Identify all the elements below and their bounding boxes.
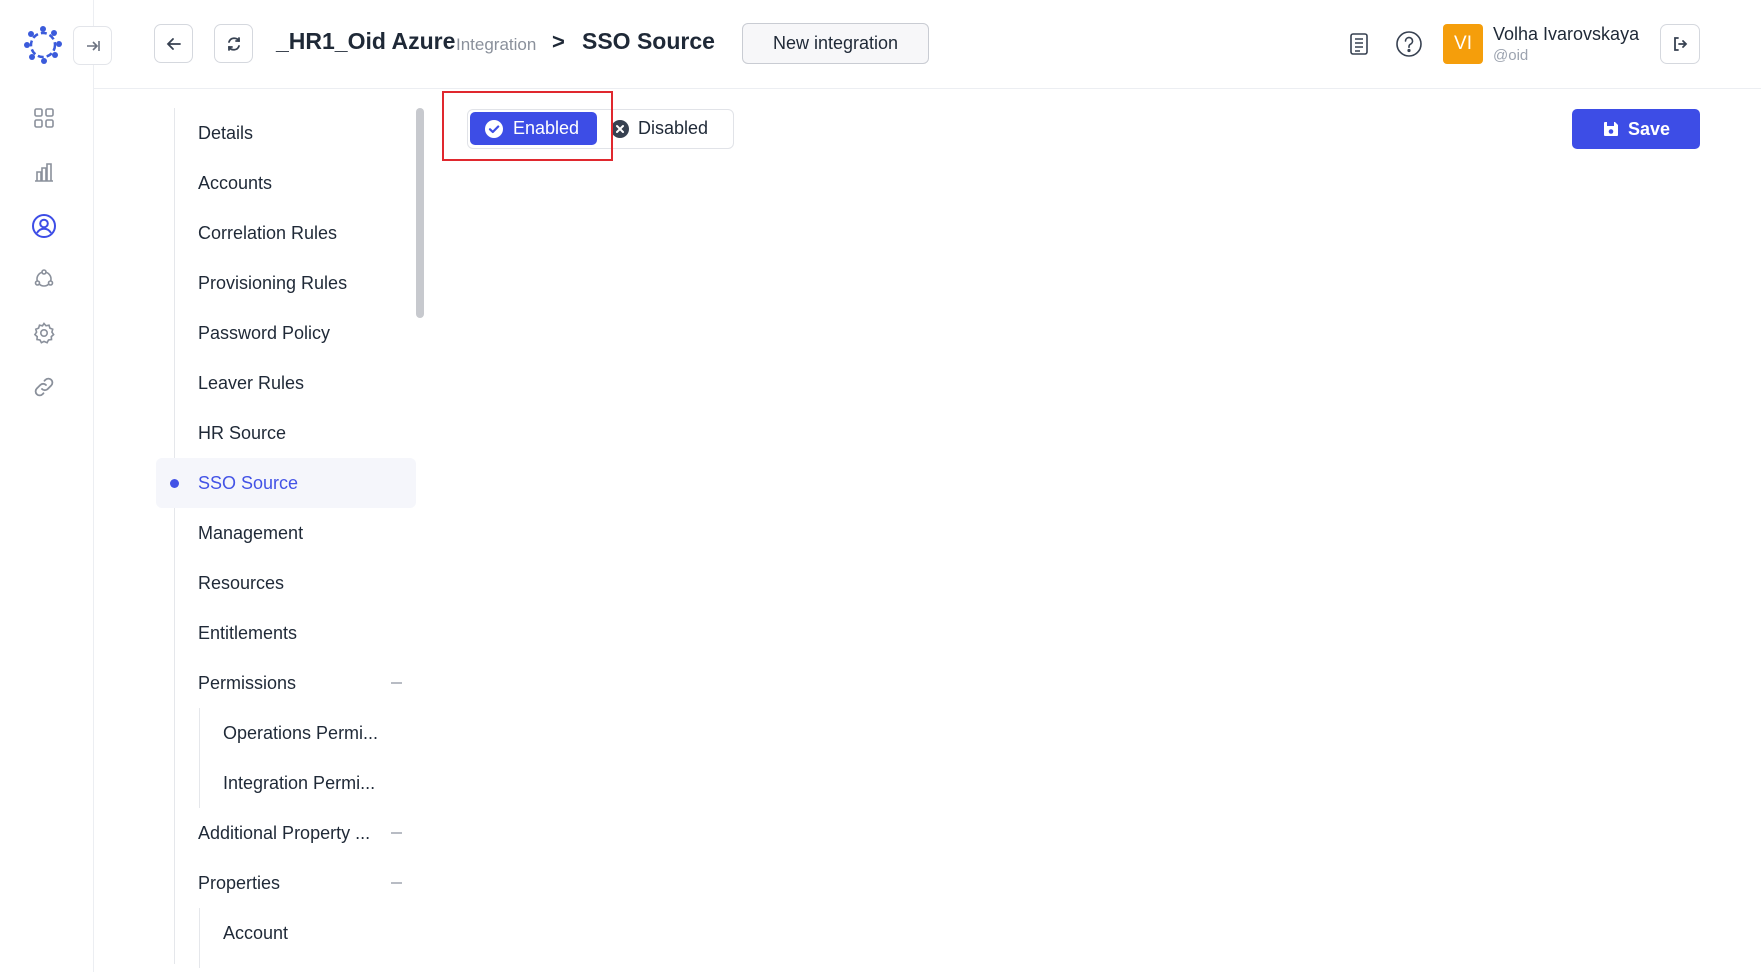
new-integration-button[interactable]: New integration — [742, 23, 929, 64]
collapse-icon[interactable] — [391, 882, 402, 884]
refresh-icon — [227, 36, 240, 51]
save-icon — [1603, 122, 1618, 136]
integration-name: _HR1_Oid Azure — [276, 28, 456, 54]
integration-type-label: Integration — [456, 35, 537, 54]
nav-item-label: Additional Property ... — [198, 822, 371, 843]
nav-item-entitlements[interactable]: Entitlements — [156, 608, 416, 658]
nav-item-details[interactable]: Details — [156, 108, 416, 158]
nav-item-operations-permissions[interactable]: Operations Permi... — [156, 708, 416, 758]
nav-item-correlation-rules[interactable]: Correlation Rules — [156, 208, 416, 258]
user-name: Volha Ivarovskaya — [1493, 24, 1640, 44]
top-header: _HR1_Oid Azure Integration > SSO Source … — [94, 0, 1761, 89]
disabled-option[interactable]: Disabled — [610, 112, 708, 145]
help-icon[interactable] — [1393, 28, 1425, 60]
collapse-icon[interactable] — [391, 682, 402, 684]
notes-icon[interactable] — [1343, 28, 1375, 60]
save-label: Save — [1627, 118, 1671, 139]
arrow-left-icon — [166, 37, 181, 50]
app-logo-icon[interactable] — [22, 24, 64, 66]
link-icon[interactable] — [29, 372, 59, 402]
breadcrumb-separator: > — [552, 29, 565, 54]
logout-icon — [1674, 37, 1688, 51]
nav-item-management[interactable]: Management — [156, 508, 416, 558]
page-title: SSO Source — [582, 28, 715, 54]
refresh-button[interactable] — [214, 24, 253, 63]
reports-icon[interactable] — [29, 157, 59, 187]
logout-button[interactable] — [1660, 24, 1700, 64]
nav-item-permissions[interactable]: Permissions — [156, 658, 416, 708]
nav-item-sso-source[interactable]: SSO Source — [156, 458, 416, 508]
dashboard-icon[interactable] — [29, 103, 59, 133]
user-handle: @oid — [1493, 47, 1529, 64]
nav-item-label: Permissions — [198, 672, 297, 693]
disabled-label: Disabled — [638, 118, 709, 138]
section-navigation: Details Accounts Correlation Rules Provi… — [156, 108, 426, 968]
nav-item-password-policy[interactable]: Password Policy — [156, 308, 416, 358]
nav-item-leaver-rules[interactable]: Leaver Rules — [156, 358, 416, 408]
nav-item-label: SSO Source — [198, 472, 299, 493]
collapse-icon[interactable] — [391, 832, 402, 834]
settings-icon[interactable] — [29, 318, 59, 348]
back-button[interactable] — [154, 24, 193, 63]
nav-item-label: Properties — [198, 872, 281, 893]
network-icon[interactable] — [29, 264, 59, 294]
nav-item-additional-property[interactable]: Additional Property ... — [156, 808, 416, 858]
active-indicator — [170, 479, 179, 488]
save-button[interactable]: Save — [1572, 109, 1700, 149]
nav-scrollbar[interactable] — [416, 108, 424, 318]
avatar[interactable]: VI — [1443, 24, 1483, 64]
highlight-box — [442, 91, 613, 161]
nav-item-hr-source[interactable]: HR Source — [156, 408, 416, 458]
nav-item-provisioning-rules[interactable]: Provisioning Rules — [156, 258, 416, 308]
nav-item-integration-permissions[interactable]: Integration Permi... — [156, 758, 416, 808]
nav-item-account[interactable]: Account — [156, 908, 416, 958]
user-circle-icon[interactable] — [29, 211, 59, 241]
app-rail — [0, 0, 112, 972]
nav-item-accounts[interactable]: Accounts — [156, 158, 416, 208]
nav-item-resources[interactable]: Resources — [156, 558, 416, 608]
nav-item-properties[interactable]: Properties — [156, 858, 416, 908]
x-circle-icon — [611, 119, 629, 138]
